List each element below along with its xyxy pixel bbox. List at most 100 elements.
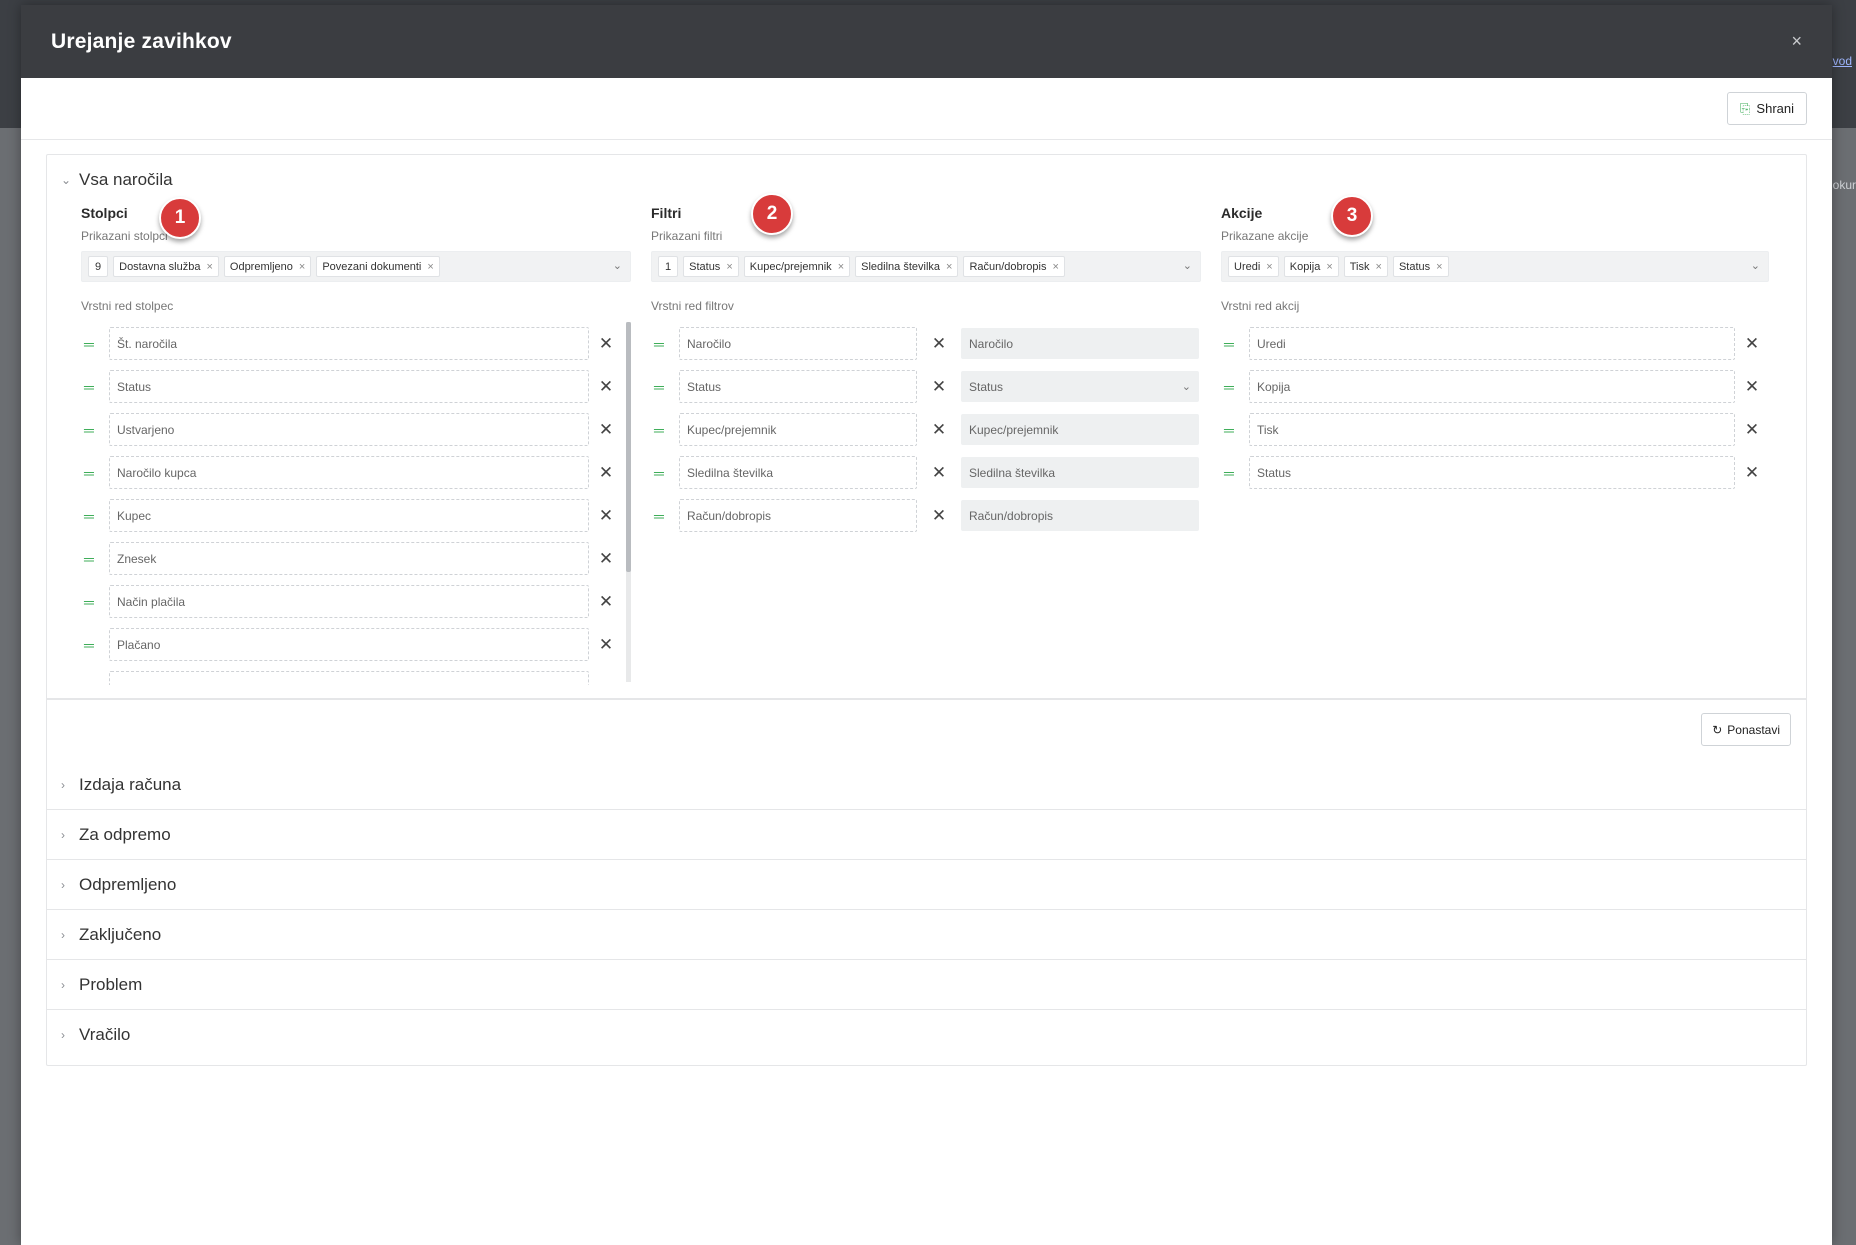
close-icon[interactable]: × (1791, 31, 1802, 52)
list-item: ═ Sledilna številka ✕ Sledilna številka (651, 451, 1201, 494)
remove-icon[interactable]: ✕ (589, 420, 623, 440)
remove-icon[interactable]: ✕ (589, 592, 623, 612)
drag-handle-icon[interactable]: ═ (81, 508, 109, 524)
drag-handle-icon[interactable]: ═ (651, 422, 679, 438)
drag-handle-icon[interactable]: ═ (81, 594, 109, 610)
remove-icon[interactable]: ✕ (917, 463, 961, 483)
section-header-all-orders[interactable]: ⌄ Vsa naročila (47, 155, 1806, 205)
drag-handle-icon[interactable]: ═ (651, 508, 679, 524)
save-button[interactable]: ⎘ Shrani (1727, 92, 1807, 125)
actions-title: Akcije (1221, 205, 1263, 221)
remove-icon[interactable]: ✕ (917, 377, 961, 397)
close-icon[interactable]: × (1436, 261, 1442, 273)
drag-handle-icon[interactable]: ═ (1221, 336, 1249, 352)
close-icon[interactable]: × (1376, 261, 1382, 273)
close-icon[interactable]: × (206, 261, 212, 273)
section-header-problem[interactable]: › Problem (47, 960, 1806, 1010)
actions-order-list: ═ Uredi ✕ ═ Kopija ✕ ═ Tisk ✕ ═ Status ✕ (1221, 322, 1769, 494)
action-field[interactable]: Tisk (1249, 413, 1735, 446)
filter-default-value[interactable]: Račun/dobropis (961, 500, 1199, 531)
filter-default-select[interactable]: Status ⌄ (961, 371, 1199, 402)
section-title: Izdaja računa (79, 774, 182, 794)
remove-icon[interactable]: ✕ (1735, 463, 1769, 483)
remove-icon[interactable]: ✕ (1735, 334, 1769, 354)
column-field[interactable]: Št. naročila (109, 327, 589, 360)
filter-default-value[interactable]: Naročilo (961, 328, 1199, 359)
actions-multiselect[interactable]: Uredi × Kopija × Tisk × Status × ⌄ (1221, 251, 1769, 282)
close-icon[interactable]: × (1266, 261, 1272, 273)
close-icon[interactable]: × (299, 261, 305, 273)
filter-field[interactable]: Naročilo (679, 327, 917, 360)
actions-tag: Tisk × (1343, 256, 1388, 277)
section-header-refund[interactable]: › Vračilo (47, 1010, 1806, 1060)
column-field[interactable]: Naročilo kupca (109, 456, 589, 489)
section-header-completed[interactable]: › Zaključeno (47, 910, 1806, 960)
close-icon[interactable]: × (726, 261, 732, 273)
edit-tabs-modal: Urejanje zavihkov × ⎘ Shrani ⌄ Vsa naroč… (21, 5, 1832, 1245)
remove-icon[interactable]: ✕ (589, 334, 623, 354)
filters-multiselect[interactable]: 1 Status × Kupec/prejemnik × Sledilna štev… (651, 251, 1201, 282)
drag-handle-icon[interactable]: ═ (1221, 465, 1249, 481)
drag-handle-icon[interactable]: ═ (81, 637, 109, 653)
drag-handle-icon[interactable]: ═ (81, 422, 109, 438)
filter-field[interactable]: Sledilna številka (679, 456, 917, 489)
drag-handle-icon[interactable]: ═ (651, 336, 679, 352)
chevron-down-icon[interactable]: ⌄ (1751, 259, 1760, 272)
drag-handle-icon[interactable]: ═ (1221, 379, 1249, 395)
remove-icon[interactable]: ✕ (589, 549, 623, 569)
section-title: Vračilo (79, 1025, 131, 1044)
drag-handle-icon[interactable]: ═ (81, 379, 109, 395)
action-field[interactable]: Status (1249, 456, 1735, 489)
close-icon[interactable]: × (427, 261, 433, 273)
drag-handle-icon[interactable]: ═ (1221, 422, 1249, 438)
filter-field[interactable]: Račun/dobropis (679, 499, 917, 532)
drag-handle-icon[interactable]: ═ (651, 465, 679, 481)
filter-default-value[interactable]: Kupec/prejemnik (961, 414, 1199, 445)
close-icon[interactable]: × (946, 261, 952, 273)
action-field[interactable]: Uredi (1249, 327, 1735, 360)
filter-field[interactable]: Kupec/prejemnik (679, 413, 917, 446)
action-field[interactable]: Kopija (1249, 370, 1735, 403)
drag-handle-icon[interactable]: ═ (81, 551, 109, 567)
columns-multiselect[interactable]: 9 Dostavna služba × Odpremljeno × Povezani… (81, 251, 631, 282)
reset-button[interactable]: ↻ Ponastavi (1701, 713, 1791, 746)
bookmark-icon: ⎘ (1740, 100, 1751, 116)
close-icon[interactable]: × (1326, 261, 1332, 273)
remove-icon[interactable]: ✕ (589, 377, 623, 397)
remove-icon[interactable]: ✕ (589, 463, 623, 483)
column-field[interactable]: Status (109, 370, 589, 403)
section-header-shipped[interactable]: › Odpremljeno (47, 860, 1806, 910)
section-header-invoice[interactable]: › Izdaja računa (47, 760, 1806, 810)
list-item: ═ Ustvarjeno ✕ (81, 408, 631, 451)
remove-icon[interactable]: ✕ (1735, 377, 1769, 397)
remove-icon[interactable]: ✕ (917, 420, 961, 440)
remove-icon[interactable]: ✕ (589, 635, 623, 655)
chevron-down-icon[interactable]: ⌄ (613, 259, 622, 272)
drag-handle-icon[interactable]: ═ (651, 379, 679, 395)
column-field[interactable]: Znesek (109, 542, 589, 575)
close-icon[interactable]: × (838, 261, 844, 273)
scrollbar-thumb[interactable] (626, 322, 631, 572)
drag-handle-icon[interactable]: ═ (81, 465, 109, 481)
column-field[interactable]: Ustvarjeno (109, 413, 589, 446)
drag-handle-icon[interactable]: ═ (81, 336, 109, 352)
remove-icon[interactable]: ✕ (1735, 420, 1769, 440)
columns-order-list: ═ Št. naročila ✕ ═ Status ✕ ═ Ustvarjeno ✕ ═ Na… (81, 322, 631, 685)
close-icon[interactable]: × (1053, 261, 1059, 273)
filter-field[interactable]: Status (679, 370, 917, 403)
list-item: ═ Znesek ✕ (81, 537, 631, 580)
filter-default-value[interactable]: Sledilna številka (961, 457, 1199, 488)
section-header-to-ship[interactable]: › Za odpremo (47, 810, 1806, 860)
chevron-down-icon[interactable]: ⌄ (1183, 259, 1192, 272)
list-item: ═ Račun/dobropis ✕ Račun/dobropis (651, 494, 1201, 537)
remove-icon[interactable]: ✕ (917, 334, 961, 354)
column-field[interactable]: Kupec (109, 499, 589, 532)
columns-order-label: Vrstni red stolpec (81, 299, 174, 313)
remove-icon[interactable]: ✕ (917, 506, 961, 526)
annotation-badge-1: 1 (159, 197, 201, 239)
scrollbar[interactable] (626, 322, 631, 682)
remove-icon[interactable]: ✕ (589, 506, 623, 526)
column-field[interactable]: Plačano (109, 628, 589, 661)
column-field[interactable]: Način plačila (109, 585, 589, 618)
modal-toolbar: ⎘ Shrani (21, 78, 1832, 140)
